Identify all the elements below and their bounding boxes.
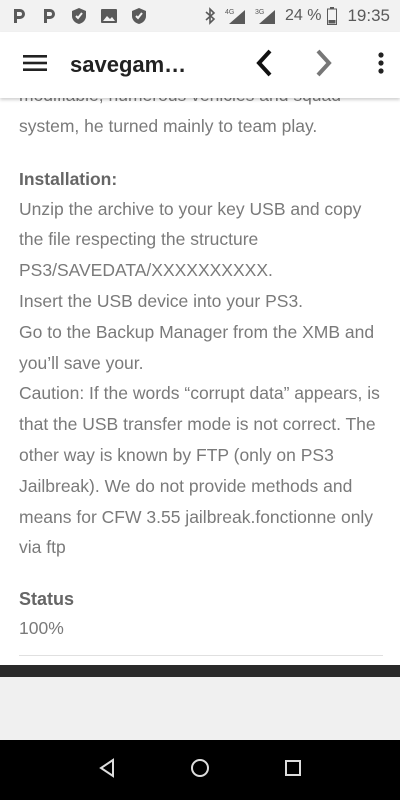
signal-4g-icon: 4G <box>225 7 249 25</box>
nav-recents-button[interactable] <box>273 750 313 790</box>
nav-back-button[interactable] <box>87 750 127 790</box>
chevron-left-icon <box>254 49 274 82</box>
installation-line: Go to the Backup Manager from the XMB an… <box>19 321 375 373</box>
nav-home-button[interactable] <box>180 750 220 790</box>
status-value: 100% <box>19 618 64 639</box>
network-tag-3g: 3G <box>255 9 264 16</box>
notification-p-icon <box>10 7 28 25</box>
installation-line: Unzip the archive to your key USB and co… <box>19 198 362 281</box>
forward-button[interactable] <box>298 32 350 98</box>
circle-home-icon <box>190 758 210 783</box>
bluetooth-icon <box>201 7 219 25</box>
image-icon <box>100 7 118 25</box>
bottom-panel <box>0 677 400 740</box>
article-content[interactable]: modifiable, numerous vehicles and squad … <box>0 98 400 665</box>
battery-percent: 24 % <box>284 7 322 24</box>
more-options-button[interactable] <box>362 32 400 98</box>
status-heading: Status <box>19 589 75 610</box>
hamburger-menu-icon <box>23 54 47 77</box>
installation-line: Caution: If the words “corrupt data” app… <box>19 383 380 558</box>
bottom-bar <box>0 665 400 677</box>
battery-icon <box>327 7 338 25</box>
square-recents-icon <box>284 759 302 782</box>
page-title: savegam… <box>70 52 187 77</box>
app-bar: savegam… <box>0 32 400 98</box>
shield-icon <box>70 7 88 25</box>
more-vert-icon <box>378 51 384 79</box>
system-nav-bar <box>0 740 400 800</box>
intro-paragraph: modifiable, numerous vehicles and squad … <box>19 98 341 136</box>
triangle-back-icon <box>98 757 116 783</box>
shield-icon <box>130 7 148 25</box>
installation-heading: Installation: <box>19 168 118 189</box>
installation-line: Insert the USB device into your PS3. <box>19 290 304 311</box>
clock: 19:35 <box>347 6 390 25</box>
status-bar: 4G 3G 24 % 19:35 <box>0 0 400 32</box>
signal-3g-icon: 3G <box>255 7 279 25</box>
menu-button[interactable] <box>0 32 70 98</box>
chevron-right-icon <box>314 49 334 82</box>
notification-p-icon <box>40 7 58 25</box>
network-tag-4g: 4G <box>225 9 234 16</box>
divider <box>19 655 383 657</box>
back-button[interactable] <box>238 32 290 98</box>
